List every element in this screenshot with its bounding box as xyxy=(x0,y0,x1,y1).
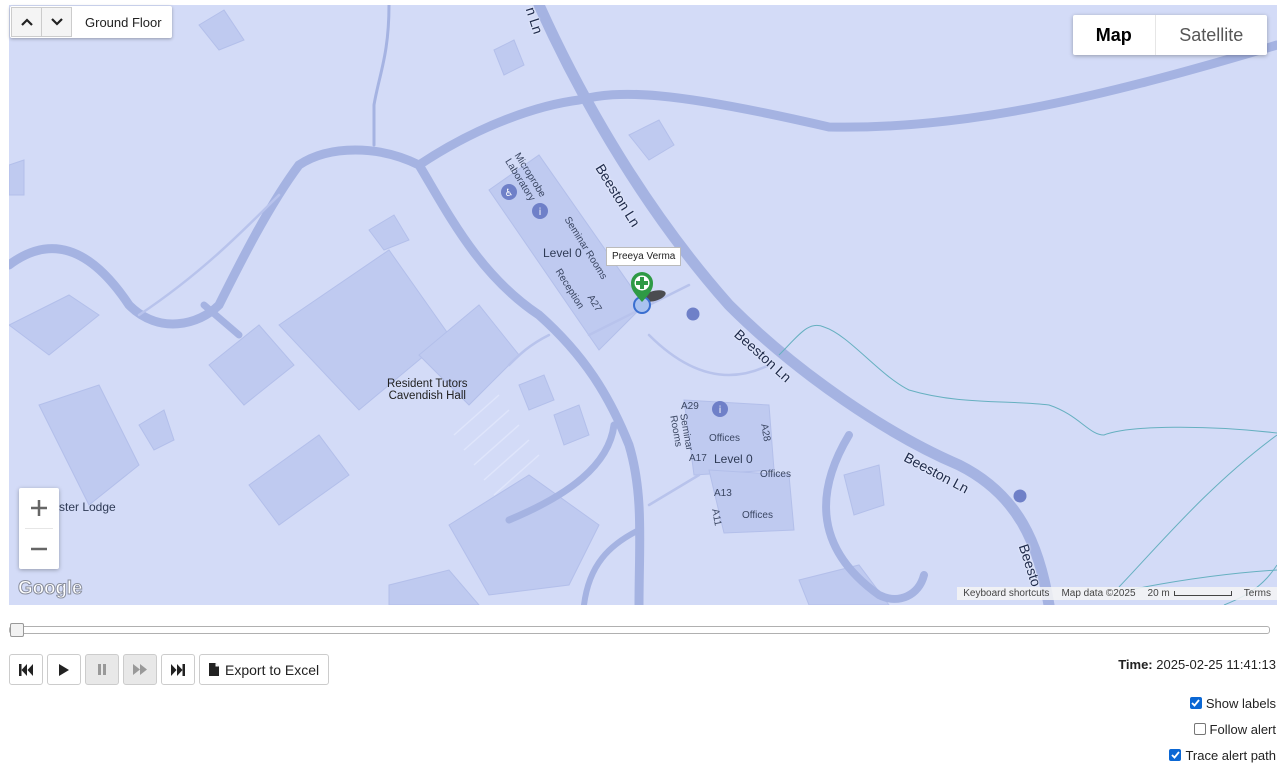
pause-button[interactable] xyxy=(85,654,119,685)
trace-alert-path-checkbox[interactable] xyxy=(1169,749,1182,761)
floor-label: Ground Floor xyxy=(85,14,162,30)
time-display: Time: 2025-02-25 11:41:13 xyxy=(1118,657,1276,672)
skip-to-start-button[interactable] xyxy=(9,654,43,685)
export-to-excel-button[interactable]: Export to Excel xyxy=(199,654,330,685)
map-attribution: Keyboard shortcuts Map data ©2025 20 m T… xyxy=(957,587,1277,600)
label-offices-2: Offices xyxy=(760,469,791,480)
option-show-labels[interactable]: Show labels xyxy=(1169,690,1276,716)
label-offices-1: Offices xyxy=(709,433,740,444)
google-logo: Google xyxy=(17,578,83,600)
label-resident-tutors: Resident Tutors Cavendish Hall xyxy=(387,378,468,402)
plus-icon xyxy=(31,500,47,516)
show-labels-checkbox[interactable] xyxy=(1189,697,1202,709)
slider-thumb[interactable] xyxy=(10,623,24,637)
chevron-up-icon xyxy=(20,18,33,26)
fast-forward-button[interactable] xyxy=(123,654,157,685)
terms-link[interactable]: Terms xyxy=(1238,588,1277,599)
scale-label: 20 m xyxy=(1147,588,1170,599)
zoom-control xyxy=(19,488,59,569)
minus-icon xyxy=(31,547,47,551)
fast-forward-icon xyxy=(133,664,147,675)
label-lodge: ster Lodge xyxy=(59,500,116,514)
svg-text:♿: ♿ xyxy=(505,188,514,199)
map-type-map-button[interactable]: Map xyxy=(1073,15,1156,55)
follow-alert-checkbox[interactable] xyxy=(1193,723,1206,735)
skip-to-end-button[interactable] xyxy=(161,654,195,685)
map-area[interactable]: ♿ i i Microprobe Laboratory Seminar Room… xyxy=(9,5,1277,605)
playback-controls: Export to Excel xyxy=(9,654,330,685)
show-labels-label: Show labels xyxy=(1205,695,1276,711)
scale-bar xyxy=(1173,591,1232,596)
export-label: Export to Excel xyxy=(225,661,320,678)
skip-back-icon xyxy=(19,663,33,676)
check-icon xyxy=(1171,751,1180,759)
label-level0-a: Level 0 xyxy=(543,246,582,260)
label-a13: A13 xyxy=(714,488,732,499)
keyboard-shortcuts-link[interactable]: Keyboard shortcuts xyxy=(957,588,1055,599)
option-follow-alert[interactable]: Follow alert xyxy=(1169,716,1276,742)
play-icon xyxy=(59,663,69,676)
time-label: Time: xyxy=(1118,657,1153,672)
file-icon xyxy=(209,663,219,676)
map-data-label: Map data ©2025 xyxy=(1061,588,1136,599)
time-value: 2025-02-25 11:41:13 xyxy=(1156,657,1276,672)
floor-down-button[interactable] xyxy=(41,7,72,37)
zoom-in-button[interactable] xyxy=(19,488,59,528)
label-a17: A17 xyxy=(689,453,707,464)
map-base: ♿ i i xyxy=(9,5,1277,605)
slider-track[interactable] xyxy=(9,626,1270,634)
skip-forward-icon xyxy=(171,663,185,676)
check-icon xyxy=(1191,699,1201,707)
label-a29: A29 xyxy=(681,401,699,412)
chevron-down-icon xyxy=(50,18,63,26)
playback-slider[interactable] xyxy=(9,623,1270,637)
trace-alert-path-label: Trace alert path xyxy=(1185,747,1276,763)
map-type-satellite-button[interactable]: Satellite xyxy=(1156,15,1267,55)
pause-icon xyxy=(98,664,106,675)
follow-alert-label: Follow alert xyxy=(1209,721,1276,737)
label-level0-b: Level 0 xyxy=(714,452,753,466)
marker-tooltip: Preeya Verma xyxy=(606,247,682,266)
svg-text:i: i xyxy=(539,207,542,218)
scale-indicator[interactable]: 20 m xyxy=(1142,588,1238,599)
option-trace-alert-path[interactable]: Trace alert path xyxy=(1169,742,1276,768)
floor-up-button[interactable] xyxy=(11,7,42,37)
display-options: Show labels Follow alert Trace alert pat… xyxy=(1169,690,1276,768)
play-button[interactable] xyxy=(47,654,81,685)
label-offices-3: Offices xyxy=(742,510,773,521)
map-type-control: Map Satellite xyxy=(1073,15,1267,55)
svg-text:i: i xyxy=(719,405,722,416)
floor-selector: Ground Floor xyxy=(10,6,172,38)
zoom-out-button[interactable] xyxy=(19,529,59,569)
